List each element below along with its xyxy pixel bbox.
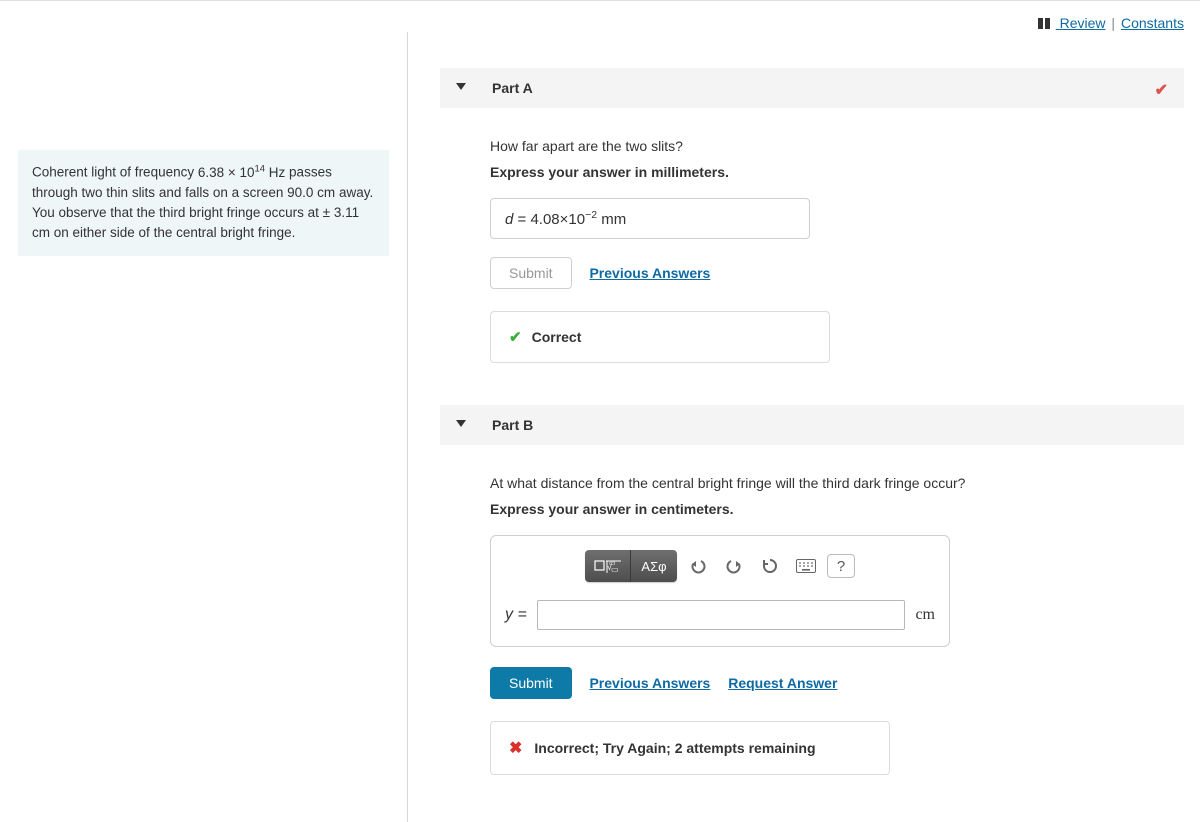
answer-input[interactable] (537, 600, 906, 630)
answer-unit: cm (915, 606, 935, 624)
part-b-instruction: Express your answer in centimeters. (490, 501, 1184, 517)
part-a-question: How far apart are the two slits? (490, 138, 1184, 154)
part-b-submit-button[interactable]: Submit (490, 667, 572, 699)
part-a-previous-answers-link[interactable]: Previous Answers (589, 265, 710, 281)
part-b-feedback: ✖Incorrect; Try Again; 2 attempts remain… (490, 721, 890, 775)
part-a-submit-button[interactable]: Submit (490, 257, 572, 289)
part-a-body: How far apart are the two slits? Express… (490, 108, 1184, 363)
separator: | (1111, 15, 1115, 31)
greek-symbols-button[interactable]: ΑΣφ (631, 550, 677, 582)
templates-button[interactable]: ▭ ▭ √ (585, 550, 631, 582)
part-b-title: Part B (440, 405, 1184, 445)
redo-button[interactable] (719, 551, 749, 581)
undo-button[interactable] (683, 551, 713, 581)
review-icon (1038, 16, 1052, 32)
part-a-answer-display: d = 4.08×10−2 mm (490, 198, 810, 239)
problem-panel: Coherent light of frequency 6.38 × 1014 … (0, 32, 408, 822)
keyboard-button[interactable] (791, 551, 821, 581)
part-a-feedback: ✔Correct (490, 311, 830, 363)
reset-button[interactable] (755, 551, 785, 581)
templates-icon: ▭ ▭ √ (593, 557, 623, 575)
check-icon: ✔ (509, 329, 522, 346)
part-b-question: At what distance from the central bright… (490, 475, 1184, 491)
answer-input-panel: ▭ ▭ √ ΑΣφ (490, 535, 950, 647)
part-a-title: Part A (440, 68, 1184, 108)
math-toolbar: ▭ ▭ √ ΑΣφ (505, 550, 935, 582)
review-link[interactable]: Review (1056, 15, 1106, 31)
template-button-group: ▭ ▭ √ ΑΣφ (585, 550, 677, 582)
collapse-caret-icon (456, 83, 466, 90)
x-icon: ✖ (509, 740, 522, 757)
problem-statement: Coherent light of frequency 6.38 × 1014 … (18, 150, 389, 256)
constants-link[interactable]: Constants (1121, 15, 1184, 31)
top-links: Review | Constants (0, 1, 1200, 32)
part-a-header[interactable]: Part A ✔ (440, 68, 1184, 108)
part-a-status-icon: ✔ (1155, 80, 1168, 100)
equation-lhs: y = (505, 606, 527, 624)
svg-text:√: √ (607, 562, 612, 572)
collapse-caret-icon (456, 420, 466, 427)
help-button[interactable]: ? (827, 554, 855, 578)
part-b-body: At what distance from the central bright… (490, 445, 1184, 775)
part-a-instruction: Express your answer in millimeters. (490, 164, 1184, 180)
part-b-previous-answers-link[interactable]: Previous Answers (589, 675, 710, 691)
svg-text:▭: ▭ (611, 565, 619, 574)
part-b-header[interactable]: Part B (440, 405, 1184, 445)
request-answer-link[interactable]: Request Answer (728, 675, 837, 691)
